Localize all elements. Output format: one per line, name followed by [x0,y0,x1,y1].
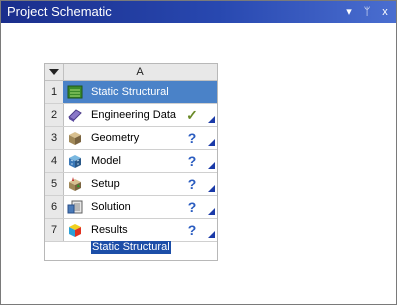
engineering-data-icon [68,109,82,122]
row-cell[interactable]: Setup ? [63,173,217,195]
row-label: Setup [91,178,120,190]
row-number: 1 [45,81,64,103]
close-icon[interactable]: x [377,3,393,21]
row-cell[interactable]: Results ? [63,219,217,241]
project-schematic-panel: Project Schematic ▾ ᛘ x A 1 Static Struc… [0,0,397,305]
system-block[interactable]: A 1 Static Structural 2 Engineering Data… [44,63,218,261]
row-label: Model [91,155,121,167]
chevron-down-icon [49,69,59,75]
corner-triangle-icon [208,162,215,169]
question-icon: ? [187,153,197,169]
question-icon: ? [187,176,197,192]
system-name-label[interactable]: Static Structural [91,241,171,254]
row-number: 5 [45,173,64,195]
row-number: 3 [45,127,64,149]
geometry-icon [69,132,81,145]
corner-triangle-icon [208,116,215,123]
setup-icon [69,177,81,191]
system-row[interactable]: 6 Solution ? [45,196,217,219]
row-label: Solution [91,201,131,213]
corner-triangle-icon [208,208,215,215]
check-icon: ✓ [186,107,198,123]
solution-icon [67,200,83,214]
analysis-system-icon [67,85,83,99]
corner-triangle-icon [208,231,215,238]
question-icon: ? [187,222,197,238]
system-row[interactable]: 2 Engineering Data ✓ [45,104,217,127]
row-number: 7 [45,219,64,241]
row-number: 2 [45,104,64,126]
system-row[interactable]: 7 Results ? [45,219,217,242]
row-number: 4 [45,150,64,172]
row-label: Geometry [91,132,140,144]
schematic-canvas[interactable]: A 1 Static Structural 2 Engineering Data… [1,23,396,304]
system-row[interactable]: 1 Static Structural [45,81,217,104]
row-cell[interactable]: Solution ? [63,196,217,218]
question-icon: ? [187,199,197,215]
question-icon: ? [187,130,197,146]
panel-titlebar: Project Schematic ▾ ᛘ x [1,1,396,23]
row-label: Engineering Data [91,109,177,121]
model-icon [69,155,81,168]
row-label: Static Structural [91,86,169,98]
corner-triangle-icon [208,139,215,146]
column-header: A [136,66,144,78]
row-label: Results [91,224,128,236]
system-menu-button[interactable] [45,64,64,80]
results-icon [69,224,81,237]
pin-icon[interactable]: ᛘ [359,3,375,21]
corner-triangle-icon [208,185,215,192]
row-cell[interactable]: Geometry ? [63,127,217,149]
row-cell[interactable]: Static Structural [63,81,217,103]
panel-menu-button[interactable]: ▾ [341,3,357,21]
system-header: A [45,64,217,81]
panel-title: Project Schematic [7,4,112,19]
system-row[interactable]: 3 Geometry ? [45,127,217,150]
row-number: 6 [45,196,64,218]
row-cell[interactable]: Engineering Data ✓ [63,104,217,126]
system-row[interactable]: 4 Model ? [45,150,217,173]
row-cell[interactable]: Model ? [63,150,217,172]
system-row[interactable]: 5 Setup ? [45,173,217,196]
